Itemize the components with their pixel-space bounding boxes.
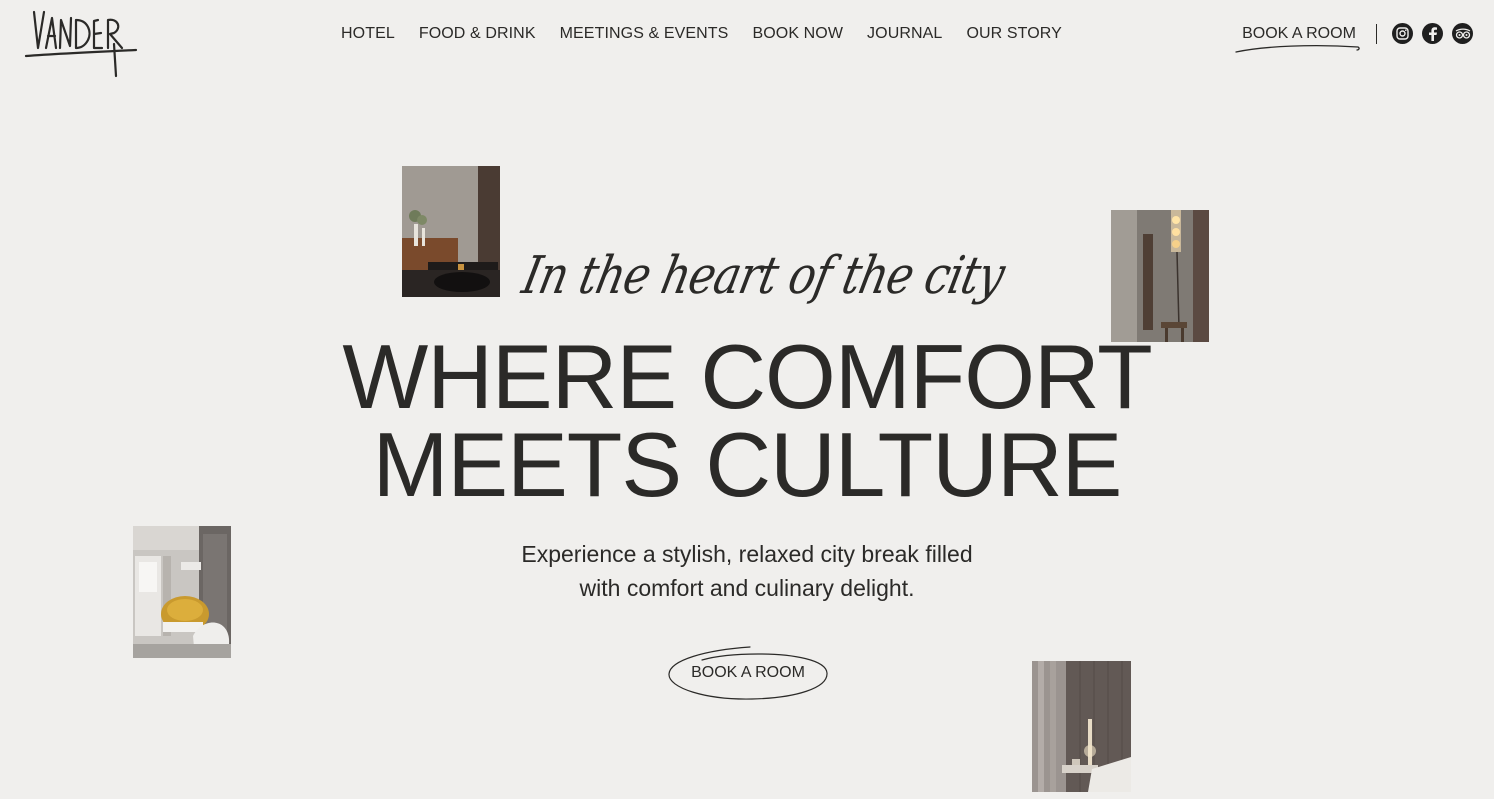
nav-item-meetings-events[interactable]: MEETINGS & EVENTS [560, 24, 729, 44]
hero-subtext-line-1: Experience a stylish, relaxed city break… [521, 541, 973, 567]
nav-item-our-story[interactable]: OUR STORY [966, 24, 1061, 44]
book-a-room-cta-label: BOOK A ROOM [691, 664, 805, 681]
vander-logo[interactable] [22, 6, 142, 80]
nav-item-journal[interactable]: JOURNAL [867, 24, 942, 44]
hero-script-text: In the heart of the city [517, 246, 1010, 307]
facebook-icon[interactable] [1422, 23, 1443, 44]
header-divider [1376, 24, 1377, 44]
hero-headline-line-2: MEETS CULTURE [372, 415, 1123, 516]
tripadvisor-icon[interactable] [1452, 23, 1473, 44]
hero-subtext-line-2: with comfort and culinary delight. [579, 575, 915, 601]
page: HOTEL FOOD & DRINK MEETINGS & EVENTS BOO… [0, 0, 1494, 799]
photo-bedroom [1032, 661, 1131, 792]
photo-wall-lamp [1111, 210, 1209, 342]
vander-logo-mark [24, 10, 138, 78]
hero-headline-line-1: WHERE COMFORT [342, 327, 1152, 428]
underline-swash-icon [1235, 44, 1360, 53]
hero-subtext: Experience a stylish, relaxed city break… [0, 537, 1494, 605]
nav-item-food-drink[interactable]: FOOD & DRINK [419, 24, 536, 44]
hero-script-tagline: In the heart of the city [517, 246, 1009, 336]
book-a-room-header-button[interactable]: BOOK A ROOM [1234, 24, 1362, 56]
social-links [1392, 23, 1473, 44]
nav-item-hotel[interactable]: HOTEL [341, 24, 395, 44]
main-nav: HOTEL FOOD & DRINK MEETINGS & EVENTS BOO… [341, 24, 1086, 44]
instagram-icon[interactable] [1392, 23, 1413, 44]
book-a-room-cta-button[interactable]: BOOK A ROOM [666, 644, 830, 702]
book-a-room-header-label: BOOK A ROOM [1242, 25, 1356, 42]
photo-dining-corner [402, 166, 500, 297]
hero-headline: WHERE COMFORT MEETS CULTURE [0, 327, 1494, 516]
nav-item-book-now[interactable]: BOOK NOW [752, 24, 843, 44]
